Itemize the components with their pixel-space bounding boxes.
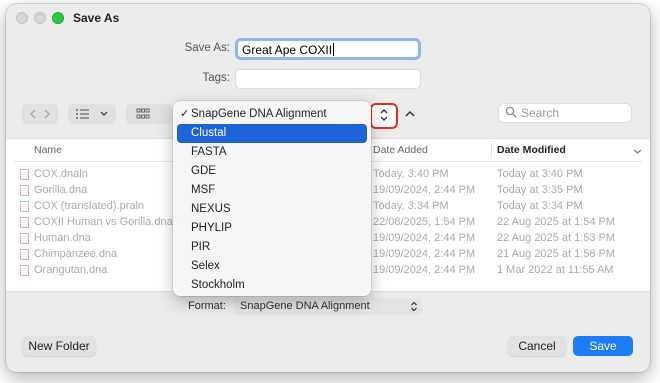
document-icon [20, 169, 29, 180]
file-date-added: 19/09/2024, 2:44 PM [373, 184, 476, 196]
file-date-added: 19/09/2024, 2:44 PM [373, 248, 476, 260]
document-icon [20, 249, 29, 260]
file-name: COXII Human vs Gorilla.dnaln [34, 216, 182, 228]
file-date-added: 19/09/2024, 2:44 PM [373, 264, 476, 276]
menu-item-clustal[interactable]: Clustal [177, 124, 367, 143]
file-name: COX (translated).praln [34, 200, 145, 212]
document-icon [20, 201, 29, 212]
menu-item-gde[interactable]: GDE [177, 162, 367, 181]
sort-chevron-icon [633, 146, 642, 158]
file-date-modified: Today at 3:35 PM [497, 184, 583, 196]
file-date-modified: 22 Aug 2025 at 1:53 PM [497, 232, 616, 244]
menu-item-fasta[interactable]: FASTA [177, 143, 367, 162]
chevron-down-icon [99, 110, 109, 118]
tags-input[interactable] [235, 69, 421, 89]
search-placeholder: Search [521, 106, 560, 120]
column-divider [491, 143, 492, 157]
menu-item-stockholm[interactable]: Stockholm [177, 276, 367, 295]
close-window-button[interactable] [16, 12, 28, 24]
location-expand-button[interactable] [370, 103, 398, 129]
document-icon [20, 185, 29, 196]
file-date-modified: 21 Aug 2025 at 1:58 PM [497, 248, 616, 260]
back-forward-buttons [22, 104, 58, 124]
save-button[interactable]: Save [573, 336, 633, 356]
file-date-added: 19/09/2024, 2:44 PM [373, 232, 476, 244]
format-select[interactable]: SnapGene DNA Alignment [234, 298, 422, 315]
search-icon [505, 106, 521, 121]
file-name: Human.dna [34, 232, 91, 244]
menu-item-phylip[interactable]: PHYLIP [177, 219, 367, 238]
menu-item-snapgene-dna-alignment[interactable]: ✓ SnapGene DNA Alignment [177, 105, 367, 124]
save-as-input[interactable]: Great Ape COXII [235, 38, 421, 60]
grid-view-button[interactable] [126, 104, 172, 124]
cancel-button[interactable]: Cancel [508, 336, 566, 356]
document-icon [20, 217, 29, 228]
menu-item-pir[interactable]: PIR [177, 238, 367, 257]
menu-item-msf[interactable]: MSF [177, 181, 367, 200]
tags-label: Tags: [202, 72, 231, 84]
format-label: Format: [188, 300, 226, 312]
file-date-modified: 1 Mar 2022 at 11:55 AM [497, 264, 614, 276]
file-date-modified: 22 Aug 2025 at 1:54 PM [497, 216, 616, 228]
chevron-up-icon [404, 109, 416, 122]
back-icon[interactable] [26, 108, 40, 120]
minimize-window-button[interactable] [34, 12, 46, 24]
file-date-modified: Today at 3:34 PM [497, 200, 583, 212]
text-caret [333, 43, 335, 56]
collapse-dialog-button[interactable] [402, 106, 418, 124]
zoom-window-button[interactable] [52, 12, 64, 24]
column-header-name[interactable]: Name [34, 139, 62, 161]
save-as-value: Great Ape COXII [242, 43, 333, 57]
window-title: Save As [73, 11, 120, 25]
list-view-button[interactable] [68, 104, 116, 124]
list-icon [75, 108, 91, 120]
save-as-label: Save As: [184, 42, 230, 54]
file-name: COX.dnaln [34, 168, 88, 180]
document-icon [20, 265, 29, 276]
menu-item-selex[interactable]: Selex [177, 257, 367, 276]
file-date-added: Today, 3:34 PM [373, 200, 449, 212]
file-name: Gorilla.dna [34, 184, 88, 196]
file-name: Chimpanzee.dna [34, 248, 118, 260]
title-bar: Save As [6, 4, 650, 32]
new-folder-button[interactable]: New Folder [22, 336, 96, 356]
grid-icon [136, 108, 150, 120]
menu-item-nexus[interactable]: NEXUS [177, 200, 367, 219]
format-popup-menu: ✓ SnapGene DNA Alignment Clustal FASTA GD… [173, 101, 371, 296]
file-date-modified: Today at 3:40 PM [497, 168, 583, 180]
search-field[interactable]: Search [498, 103, 632, 123]
checkmark-icon: ✓ [180, 108, 190, 120]
column-header-date-modified[interactable]: Date Modified [497, 139, 566, 161]
file-date-added: 22/08/2025, 1:54 PM [373, 216, 476, 228]
updown-chevron-icon [379, 108, 389, 125]
forward-icon[interactable] [40, 108, 54, 120]
format-selected-value: SnapGene DNA Alignment [240, 300, 370, 312]
document-icon [20, 233, 29, 244]
file-date-added: Today, 3:40 PM [373, 168, 449, 180]
column-header-date-added[interactable]: Date Added [373, 139, 428, 161]
file-name: Orangutan.dna [34, 264, 108, 276]
